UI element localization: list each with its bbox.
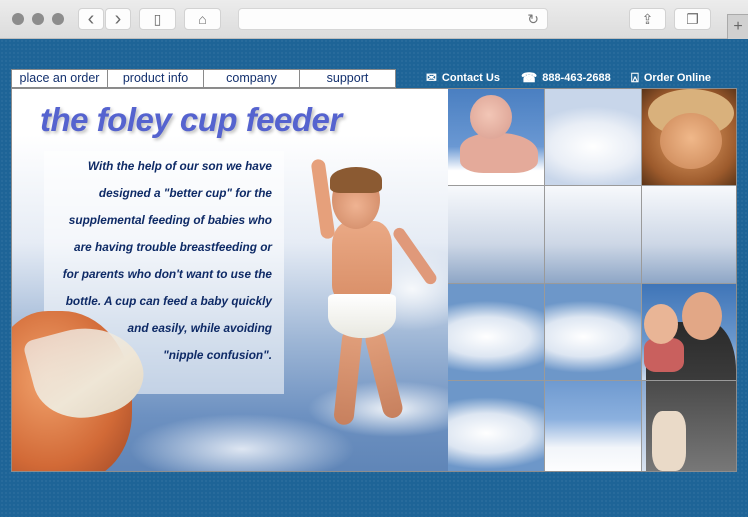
chevron-left-icon: ‹	[87, 8, 95, 30]
reload-icon[interactable]: ↻	[527, 11, 539, 28]
blurb-line: designed a "better cup" for the	[98, 186, 272, 200]
back-button[interactable]: ‹	[78, 8, 104, 30]
share-icon: ⇪	[641, 10, 654, 27]
photo-tile-cloud	[448, 284, 544, 380]
home-button[interactable]: ⌂	[184, 8, 221, 30]
main-nav: place an order product info company supp…	[11, 69, 396, 88]
show-tabs-button[interactable]: ❐	[674, 8, 711, 30]
share-button[interactable]: ⇪	[629, 8, 666, 30]
web-page: place an order product info company supp…	[0, 39, 748, 517]
plus-icon: +	[733, 18, 743, 35]
contact-us-label: Contact Us	[441, 72, 500, 84]
phone-number: ☎ 888-463-2688	[521, 70, 611, 86]
envelope-icon: ✉	[426, 70, 437, 85]
nav-company[interactable]: company	[204, 70, 300, 87]
photo-tile-smiling-toddler	[642, 89, 736, 185]
home-icon: ⌂	[198, 11, 207, 27]
sidebar-button[interactable]: ▯	[139, 8, 176, 30]
address-bar[interactable]: ↻	[238, 8, 548, 30]
contact-us-link[interactable]: ✉ Contact Us	[426, 70, 500, 86]
telephone-icon: ☎	[521, 70, 538, 85]
tabs-icon: ❐	[686, 10, 699, 27]
photo-tile-mother-and-baby	[642, 284, 736, 380]
photo-tile-crawling-baby	[448, 89, 544, 185]
photo-tile-cloud	[448, 186, 544, 283]
shopping-bag-icon: ⍓	[631, 70, 639, 85]
zoom-window-button[interactable]	[52, 13, 64, 25]
blurb-line: for parents who don't want to use the	[62, 267, 272, 281]
photo-tile-cloud	[448, 381, 544, 471]
browser-toolbar: ‹ › ▯ ⌂ ↻ ⇪ ❐ +	[0, 0, 748, 39]
forward-button[interactable]: ›	[105, 8, 131, 30]
floating-baby-image	[310, 158, 442, 439]
phone-label: 888-463-2688	[542, 72, 611, 84]
photo-tile-cloud	[545, 284, 641, 380]
close-window-button[interactable]	[12, 13, 24, 25]
photo-grid	[448, 89, 736, 471]
blurb-line: and easily, while avoiding	[127, 321, 272, 335]
order-online-label: Order Online	[643, 72, 712, 84]
photo-tile-mother-body	[642, 381, 736, 471]
blurb-line: With the help of our son we have	[87, 159, 272, 173]
page-title: the foley cup feeder	[40, 101, 342, 138]
photo-tile-cloud	[545, 381, 641, 471]
nav-place-an-order[interactable]: place an order	[12, 70, 108, 87]
nav-support[interactable]: support	[300, 70, 395, 87]
browser-window: ‹ › ▯ ⌂ ↻ ⇪ ❐ + place an order product i…	[0, 0, 748, 517]
blurb-line: supplemental feeding of babies who	[68, 213, 272, 227]
chevron-right-icon: ›	[114, 8, 122, 30]
new-tab-button[interactable]: +	[727, 14, 748, 39]
hero-section: the foley cup feeder With the help of ou…	[11, 88, 737, 472]
sidebar-icon: ▯	[153, 10, 162, 27]
blurb-line: bottle. A cup can feed a baby quickly	[65, 294, 272, 308]
nav-product-info[interactable]: product info	[108, 70, 204, 87]
blurb-line: are having trouble breastfeeding or	[74, 240, 272, 254]
photo-tile-cloud	[642, 186, 736, 283]
hero-sky-image: the foley cup feeder With the help of ou…	[12, 89, 449, 471]
photo-tile-cloud	[545, 89, 641, 185]
order-online-link[interactable]: ⍓ Order Online	[631, 70, 711, 86]
photo-tile-cloud	[545, 186, 641, 283]
blurb-line: "nipple confusion".	[163, 348, 272, 362]
minimize-window-button[interactable]	[32, 13, 44, 25]
